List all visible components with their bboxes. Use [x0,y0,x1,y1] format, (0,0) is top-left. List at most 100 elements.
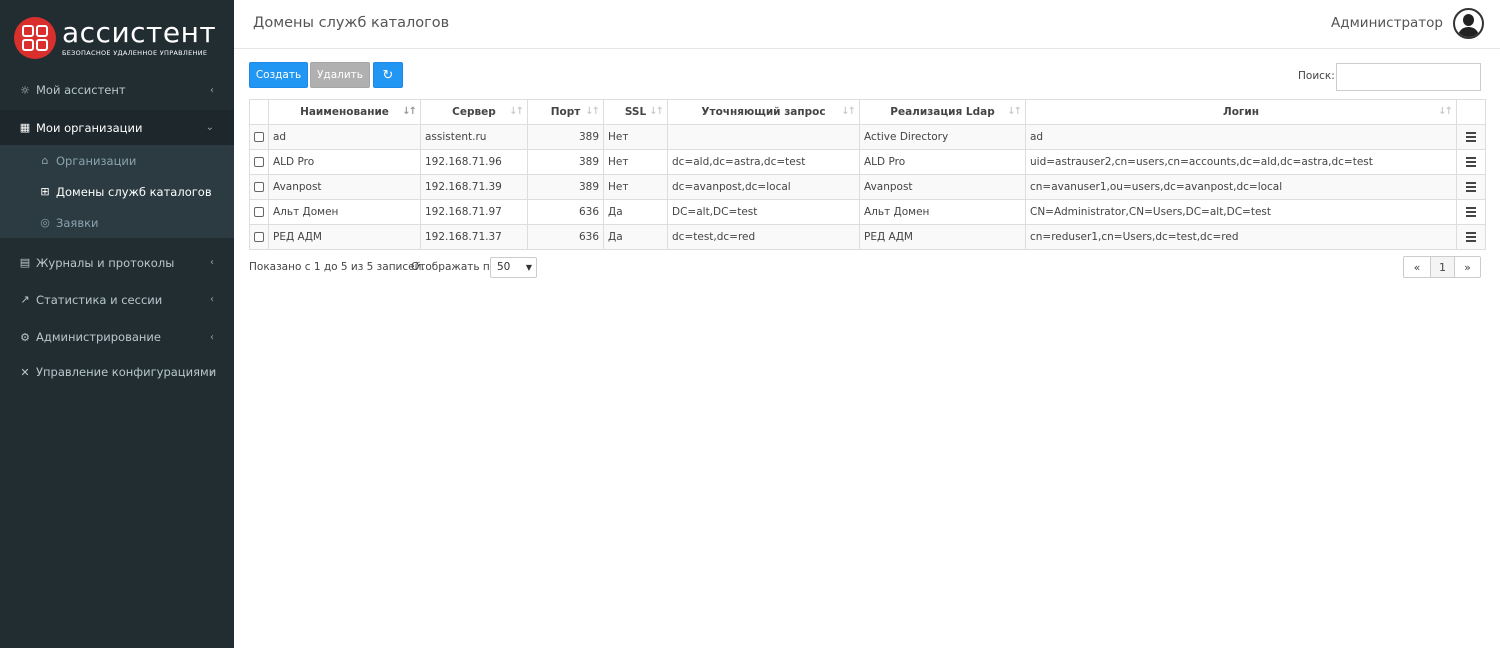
column-header-ssl[interactable]: SSL ↓↑ [603,99,668,125]
cell-login: ad [1025,124,1457,150]
page-1-button[interactable]: 1 [1430,256,1455,278]
book-icon: ▤ [19,256,31,269]
table-row[interactable]: ad assistent.ru 389 Нет Active Directory… [249,124,1486,150]
row-menu-icon[interactable] [1466,155,1476,169]
line-chart-icon: ↗ [20,293,30,306]
search-label: Поиск: [1298,70,1335,82]
table-row[interactable]: Альт Домен 192.168.71.97 636 Да DC=alt,D… [249,199,1486,225]
row-checkbox[interactable] [254,207,264,217]
cell-name: ad [268,124,421,150]
sidebar-item-statistics[interactable]: ↗ Статистика и сессии ‹ [0,281,234,318]
sort-icon: ↓↑ [1438,106,1453,117]
cogs-icon: ⚙ [20,330,30,344]
sidebar-subitem-organizations[interactable]: ⌂ Организации [0,145,234,176]
row-checkbox[interactable] [254,182,264,192]
chevron-left-icon: ‹ [210,366,214,378]
cell-ssl: Да [603,199,668,225]
row-menu-icon[interactable] [1466,205,1476,219]
sort-asc-icon: ↓↑ [402,106,417,117]
sidebar-item-my-organizations[interactable]: ▦ Мои организации ⌄ [0,110,234,145]
row-checkbox[interactable] [254,232,264,242]
cell-filter: dc=ald,dc=astra,dc=test [667,149,860,175]
cell-name: РЕД АДМ [268,224,421,250]
sidebar-item-label: Мои организации [36,120,143,135]
refresh-icon: ↻ [382,67,394,83]
search-input[interactable] [1336,63,1481,91]
chevron-left-icon: ‹ [210,257,214,268]
row-checkbox[interactable] [254,157,264,167]
sidebar-item-my-assistant[interactable]: ☼ Мой ассистент ‹ [0,76,234,104]
select-all-header [249,99,269,125]
sidebar-subitem-label: Заявки [56,215,99,230]
cell-name: Альт Домен [268,199,421,225]
cell-login: cn=reduser1,cn=Users,dc=test,dc=red [1025,224,1457,250]
chevron-down-icon: ⌄ [205,122,214,133]
sidebar-item-label: Мой ассистент [36,83,126,97]
column-header-server[interactable]: Сервер ↓↑ [420,99,528,125]
first-page-button[interactable]: « [1403,256,1431,278]
support-icon: ◎ [40,216,50,229]
sidebar-item-journals[interactable]: ▤ Журналы и протоколы ‹ [0,244,234,281]
sort-icon: ↓↑ [585,106,600,117]
cell-ssl: Да [603,224,668,250]
column-header-filter[interactable]: Уточняющий запрос ↓↑ [667,99,860,125]
actions-header [1456,99,1486,125]
table-row[interactable]: ALD Pro 192.168.71.96 389 Нет dc=ald,dc=… [249,149,1486,175]
brand-title: ассистент [62,16,217,49]
table-row[interactable]: Avanpost 192.168.71.39 389 Нет dc=avanpo… [249,174,1486,200]
user-name[interactable]: Администратор [1331,15,1443,31]
cell-ldap-impl: Active Directory [859,124,1026,150]
cell-port: 389 [527,124,604,150]
refresh-button[interactable]: ↻ [373,62,403,88]
logo-icon [14,17,56,59]
sort-icon: ↓↑ [1007,106,1022,117]
avatar[interactable] [1453,8,1484,39]
header: Домены служб каталогов Администратор [234,0,1500,49]
cell-filter: DC=alt,DC=test [667,199,860,225]
sitemap-icon: ⊞ [40,185,50,198]
sort-icon: ↓↑ [649,106,664,117]
per-page-select[interactable]: 50 ▼ [490,257,537,278]
sidebar-submenu: ⌂ Организации ⊞ Домены служб каталогов ◎… [0,145,234,238]
cell-server: 192.168.71.96 [420,149,528,175]
cell-port: 389 [527,149,604,175]
institution-icon: ⌂ [41,154,49,167]
column-header-name[interactable]: Наименование ↓↑ [268,99,421,125]
column-header-ldap-impl[interactable]: Реализация Ldap ↓↑ [859,99,1026,125]
cell-login: uid=astrauser2,cn=users,cn=accounts,dc=a… [1025,149,1457,175]
sidebar-item-label: Администрирование [36,330,161,344]
table-row[interactable]: РЕД АДМ 192.168.71.37 636 Да dc=test,dc=… [249,224,1486,250]
sidebar: ассистент БЕЗОПАСНОЕ УДАЛЕННОЕ УПРАВЛЕНИ… [0,0,234,648]
page-title: Домены служб каталогов [253,15,450,31]
sidebar-item-config-management[interactable]: ✕ Управление конфигурациями ‹ [0,356,234,388]
sidebar-item-label: Управление конфигурациями [36,365,217,379]
cell-server: 192.168.71.39 [420,174,528,200]
sidebar-item-administration[interactable]: ⚙ Администрирование ‹ [0,318,234,356]
sidebar-subitem-requests[interactable]: ◎ Заявки [0,207,234,238]
sidebar-subitem-label: Домены служб каталогов [56,184,212,199]
sidebar-item-label: Журналы и протоколы [36,255,175,270]
delete-button[interactable]: Удалить [310,62,370,88]
cell-login: CN=Administrator,CN=Users,DC=alt,DC=test [1025,199,1457,225]
row-menu-icon[interactable] [1466,180,1476,194]
pagination: « 1 » [1403,256,1481,278]
cell-ssl: Нет [603,149,668,175]
sort-icon: ↓↑ [509,106,524,117]
column-header-login[interactable]: Логин ↓↑ [1025,99,1457,125]
brand-subtitle: БЕЗОПАСНОЕ УДАЛЕННОЕ УПРАВЛЕНИЕ [62,49,208,57]
last-page-button[interactable]: » [1454,256,1481,278]
column-header-port[interactable]: Порт ↓↑ [527,99,604,125]
cell-server: 192.168.71.97 [420,199,528,225]
row-menu-icon[interactable] [1466,130,1476,144]
wrench-icon: ✕ [20,365,30,379]
cell-server: 192.168.71.37 [420,224,528,250]
sort-icon: ↓↑ [841,106,856,117]
row-checkbox[interactable] [254,132,264,142]
per-page-label: Отображать по [411,261,497,273]
sidebar-subitem-directory-domains[interactable]: ⊞ Домены служб каталогов [0,176,234,207]
row-menu-icon[interactable] [1466,230,1476,244]
create-button[interactable]: Создать [249,62,308,88]
cell-login: cn=avanuser1,ou=users,dc=avanpost,dc=loc… [1025,174,1457,200]
logo[interactable]: ассистент БЕЗОПАСНОЕ УДАЛЕННОЕ УПРАВЛЕНИ… [0,0,234,76]
cell-name: Avanpost [268,174,421,200]
